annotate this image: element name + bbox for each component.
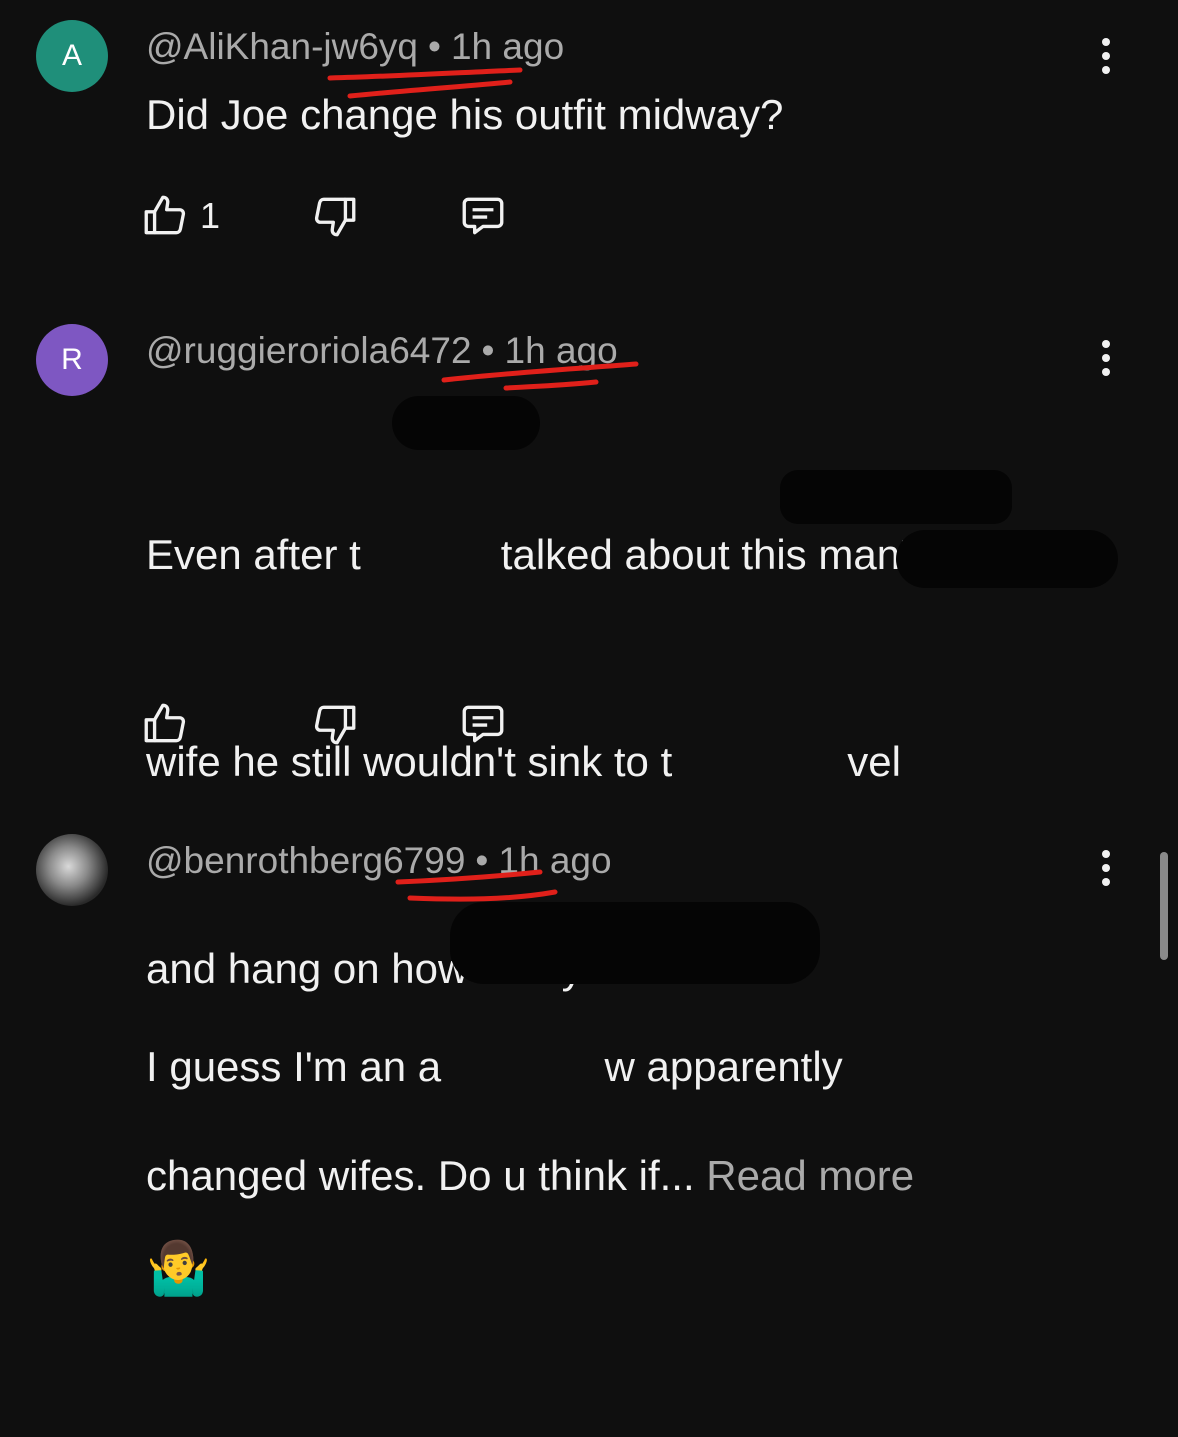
avatar-initial: R (61, 343, 83, 376)
avatar[interactable]: R (36, 324, 108, 396)
avatar[interactable] (36, 834, 108, 906)
comment-meta: @ruggieroriola6472 • 1h ago (146, 330, 618, 372)
like-count: 1 (200, 195, 221, 236)
more-vert-dot (1102, 878, 1110, 886)
thumbs-up-icon (144, 195, 186, 235)
more-vert-dot (1102, 368, 1110, 376)
reply-button[interactable] (458, 188, 508, 244)
author-handle[interactable]: @benrothberg6799 (146, 840, 465, 881)
timestamp[interactable]: 1h ago (498, 840, 611, 881)
avatar[interactable]: A (36, 20, 108, 92)
more-vert-dot (1102, 354, 1110, 362)
comment-meta: @benrothberg6799 • 1h ago (146, 840, 612, 882)
separator: • (481, 330, 495, 371)
redaction-mark (392, 396, 540, 450)
scrollbar[interactable] (1160, 852, 1168, 960)
more-options-button[interactable] (1090, 30, 1122, 82)
like-button[interactable] (140, 696, 190, 752)
more-options-button[interactable] (1090, 332, 1122, 384)
more-vert-dot (1102, 66, 1110, 74)
comment-meta: @AliKhan-jw6yq • 1h ago (146, 26, 564, 68)
author-handle[interactable]: @ruggieroriola6472 (146, 330, 472, 371)
timestamp[interactable]: 1h ago (505, 330, 618, 371)
reply-button[interactable] (458, 696, 508, 752)
more-vert-dot (1102, 52, 1110, 60)
thumbs-up-icon (144, 703, 186, 743)
redaction-mark (896, 530, 1118, 588)
avatar-initial: A (61, 39, 82, 72)
thumbs-down-icon (314, 197, 356, 237)
comment-line: Did Joe change his outfit midway? (146, 91, 784, 138)
thumbs-down-icon (314, 705, 356, 745)
redaction-mark (780, 470, 1012, 524)
more-options-button[interactable] (1090, 842, 1122, 894)
more-vert-dot (1102, 864, 1110, 872)
comment-line: wife he still wouldn't sink to t vel (146, 738, 901, 785)
more-vert-icon (1102, 38, 1110, 46)
more-vert-icon (1102, 340, 1110, 348)
author-handle[interactable]: @AliKhan-jw6yq (146, 26, 418, 67)
shrug-emoji: 🤷‍♂️ (146, 1240, 211, 1298)
dislike-button[interactable] (310, 696, 360, 752)
dislike-button[interactable] (310, 188, 360, 244)
separator: • (475, 840, 489, 881)
comment-line: I guess I'm an a w apparently (146, 1043, 843, 1090)
redaction-mark (450, 902, 820, 984)
like-button[interactable]: 1 (140, 188, 220, 244)
comment-text: Did Joe change his outfit midway? (146, 80, 1086, 149)
more-vert-icon (1102, 850, 1110, 858)
timestamp[interactable]: 1h ago (451, 26, 564, 67)
separator: • (428, 26, 441, 67)
reply-icon (462, 705, 504, 743)
reply-icon (462, 197, 504, 235)
